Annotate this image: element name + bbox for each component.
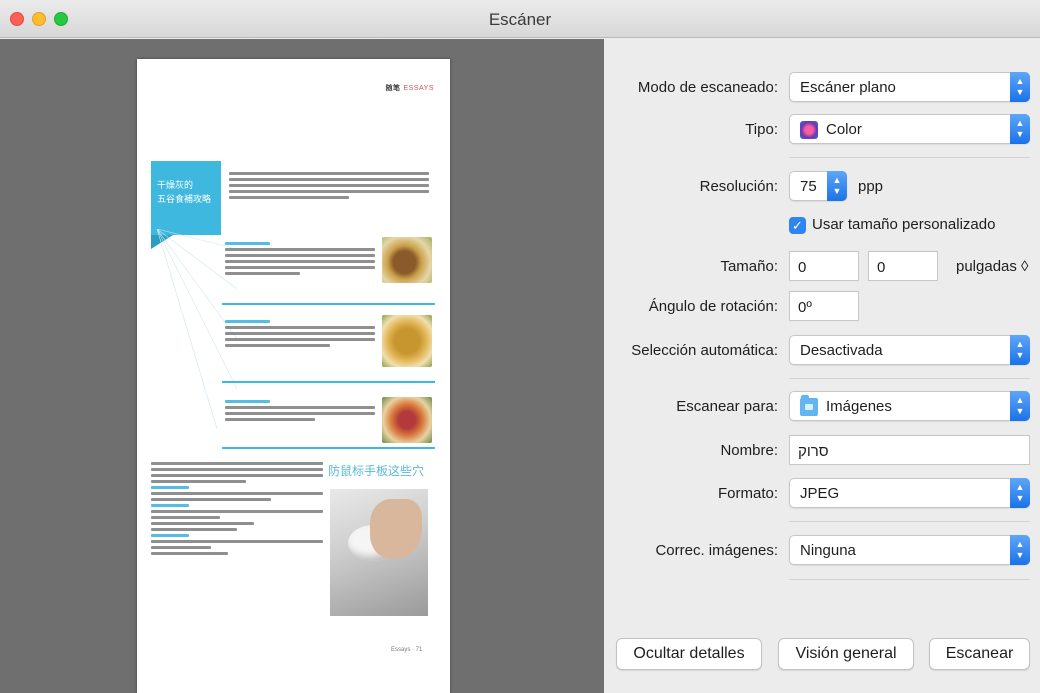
size-unit-select[interactable]: pulgadas ◊ [956, 258, 1028, 275]
section-2-text [225, 317, 375, 350]
rotation-field[interactable]: 0º [789, 291, 859, 321]
scan-mode-label: Modo de escaneado: [637, 79, 778, 96]
resolution-row: Resolución: 75 ▲ ▼ ppp [604, 171, 1040, 201]
rotation-row: Ángulo de rotación: 0º [604, 291, 1040, 321]
food-photo-2 [382, 315, 432, 367]
window-title: Escáner [488, 10, 552, 29]
divider [222, 303, 435, 305]
resolution-value: 75 [800, 178, 817, 195]
overview-button[interactable]: Visión general [778, 638, 914, 670]
correction-row: Correc. imágenes: Ninguna ▲ ▼ [604, 535, 1040, 565]
food-photo-3 [382, 397, 432, 443]
banner-line-2: 五谷食補攻略 [157, 195, 212, 205]
scan-mode-select[interactable]: Escáner plano ▲ ▼ [789, 72, 1030, 102]
height-value: 0 [877, 259, 886, 276]
size-label: Tamaño: [720, 258, 778, 275]
width-field[interactable]: 0 [789, 251, 859, 281]
chevron-updown-icon: ▲ ▼ [1010, 335, 1030, 365]
bottom-article-text [151, 459, 323, 558]
chevron-updown-icon: ▲ ▼ [1010, 114, 1030, 144]
custom-size-checkbox[interactable]: ✓ [789, 217, 806, 234]
auto-select-row: Selección automática: Desactivada ▲ ▼ [604, 335, 1040, 365]
scan-to-value: Imágenes [826, 398, 892, 415]
name-row: Nombre: סרוק [604, 435, 1040, 465]
page-number: Essays · 71 [391, 647, 423, 653]
correction-label: Correc. imágenes: [655, 542, 778, 559]
custom-size-label[interactable]: Usar tamaño personalizado [812, 216, 995, 233]
rotation-value: 0º [798, 299, 812, 316]
auto-select-value: Desactivada [800, 342, 883, 359]
correction-value: Ninguna [800, 542, 856, 559]
type-select[interactable]: Color ▲ ▼ [789, 114, 1030, 144]
chevron-updown-icon: ▲ ▼ [1010, 391, 1030, 421]
chevron-updown-icon: ▲ ▼ [1010, 72, 1030, 102]
scan-to-select[interactable]: Imágenes ▲ ▼ [789, 391, 1030, 421]
name-label: Nombre: [720, 442, 778, 459]
food-photo-1 [382, 237, 432, 283]
article-title-banner: 干燥灰的 五谷食補攻略 [151, 161, 221, 249]
scan-mode-row: Modo de escaneado: Escáner plano ▲ ▼ [604, 72, 1040, 102]
chevron-updown-icon: ▲ ▼ [1010, 535, 1030, 565]
section-1-text [225, 239, 375, 278]
resolution-select[interactable]: 75 ▲ ▼ [789, 171, 847, 201]
separator [789, 157, 1030, 158]
separator [789, 521, 1030, 522]
separator [789, 579, 1030, 580]
divider [222, 447, 435, 449]
format-label: Formato: [717, 485, 778, 502]
intro-paragraph [229, 169, 429, 202]
scan-to-label: Escanear para: [676, 398, 778, 415]
type-value: Color [826, 121, 862, 138]
resolution-unit: ppp [858, 178, 884, 195]
size-row: Tamaño: 0 0 pulgadas ◊ [604, 251, 1040, 281]
format-value: JPEG [800, 485, 840, 502]
custom-size-row: ✓ Usar tamaño personalizado [604, 214, 1040, 244]
chevron-updown-icon: ▲ ▼ [1010, 478, 1030, 508]
format-select[interactable]: JPEG ▲ ▼ [789, 478, 1030, 508]
banner-line-1: 干燥灰的 [157, 181, 194, 191]
scanned-page-preview[interactable]: 随笔 ESSAYS 干燥灰的 五谷食補攻略 防鼠标手板这些穴 Essays · … [137, 59, 450, 693]
section-title: 防鼠标手板这些穴 [328, 464, 425, 478]
name-field[interactable]: סרוק [789, 435, 1030, 465]
name-value: סרוק [798, 443, 829, 460]
folder-icon [800, 395, 818, 416]
height-field[interactable]: 0 [868, 251, 938, 281]
divider [222, 381, 435, 383]
format-row: Formato: JPEG ▲ ▼ [604, 478, 1040, 508]
type-label: Tipo: [745, 121, 778, 138]
scan-to-row: Escanear para: Imágenes ▲ ▼ [604, 391, 1040, 421]
auto-select-select[interactable]: Desactivada ▲ ▼ [789, 335, 1030, 365]
hide-details-button[interactable]: Ocultar detalles [616, 638, 762, 670]
width-value: 0 [798, 259, 807, 276]
page-header-tag: 随笔 ESSAYS [385, 85, 434, 92]
scan-preview-area[interactable]: 随笔 ESSAYS 干燥灰的 五谷食補攻略 防鼠标手板这些穴 Essays · … [0, 39, 604, 693]
title-bar: Escáner [0, 0, 1040, 38]
chevron-updown-icon: ▲ ▼ [827, 171, 847, 201]
rotation-label: Ángulo de rotación: [648, 298, 778, 315]
correction-select[interactable]: Ninguna ▲ ▼ [789, 535, 1030, 565]
separator [789, 378, 1030, 379]
mouse-hand-photo [330, 489, 428, 616]
scan-mode-value: Escáner plano [800, 79, 896, 96]
resolution-label: Resolución: [699, 178, 778, 195]
section-3-text [225, 397, 375, 424]
type-row: Tipo: Color ▲ ▼ [604, 114, 1040, 144]
scan-button[interactable]: Escanear [929, 638, 1030, 670]
color-flower-icon [800, 121, 818, 139]
settings-panel: Modo de escaneado: Escáner plano ▲ ▼ Tipo… [604, 39, 1040, 693]
auto-select-label: Selección automática: [631, 342, 778, 359]
